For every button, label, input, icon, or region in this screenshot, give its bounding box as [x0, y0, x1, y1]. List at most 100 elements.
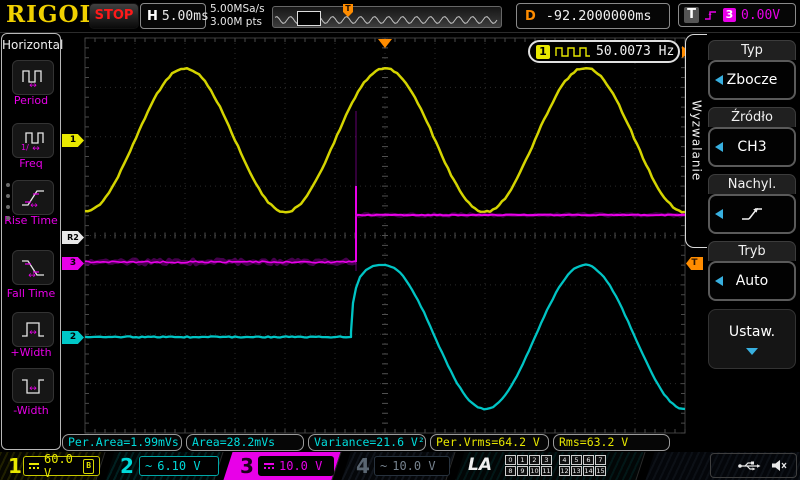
svg-text:↔: ↔	[32, 144, 40, 152]
menu-button-source[interactable]: CH3	[708, 127, 796, 167]
oscilloscope-screen: RIGOL STOP H 5.00ms 5.00MSa/s 3.00M pts …	[0, 0, 800, 480]
la-digit: 10	[529, 466, 540, 476]
period-label: Period	[2, 94, 60, 107]
ch4-scale-value: 10.0 V	[392, 459, 435, 473]
plus-width-icon: ↔	[20, 319, 46, 341]
measurement-rms: Rms=63.2 V	[553, 434, 670, 451]
page-dot	[6, 216, 10, 220]
menu-button-type[interactable]: Zbocze	[708, 60, 796, 100]
chevron-left-icon	[715, 276, 723, 286]
speaker-muted-icon	[771, 459, 787, 472]
period-button[interactable]: ↔	[12, 60, 54, 95]
menu-value-source: CH3	[737, 139, 766, 155]
svg-text:1/: 1/	[21, 143, 29, 152]
chevron-left-icon	[715, 75, 723, 85]
ch1-scale-value: 60.0 V	[44, 452, 78, 480]
waveform-preview-strip[interactable]: T	[272, 6, 502, 28]
ch3-status-box[interactable]: 10.0 V	[258, 456, 334, 476]
acquisition-info: 5.00MSa/s 3.00M pts	[210, 3, 268, 29]
run-state-indicator[interactable]: STOP	[89, 3, 139, 29]
settings-label: Ustaw.	[729, 324, 775, 340]
la-digit: 15	[595, 466, 606, 476]
preview-viewport-window[interactable]	[297, 11, 321, 26]
ch1-status-box[interactable]: 60.0 V B	[23, 456, 100, 476]
fall-time-icon: ↔	[20, 257, 46, 279]
trigger-level-value: 0.00V	[741, 8, 780, 23]
svg-text:↔: ↔	[29, 328, 37, 338]
svg-text:↔: ↔	[30, 201, 38, 209]
la-digit: 1	[517, 455, 528, 465]
trigger-status-box[interactable]: T 3 0.00V	[678, 3, 796, 27]
badge-channel: 1	[536, 45, 550, 59]
slope-rising-icon	[739, 205, 765, 223]
bandwidth-limit-icon: B	[83, 459, 94, 474]
top-status-bar: RIGOL STOP H 5.00ms 5.00MSa/s 3.00M pts …	[0, 0, 800, 33]
menu-value-mode: Auto	[736, 273, 769, 289]
la-digit: 8	[505, 466, 516, 476]
la-label[interactable]: LA	[468, 455, 492, 475]
ch4-number[interactable]: 4	[356, 454, 370, 478]
trigger-position-marker[interactable]	[378, 39, 392, 48]
measurement-area: Area=28.2mVs	[186, 434, 304, 451]
la-digit: 6	[583, 455, 594, 465]
menu-value-type: Zbocze	[727, 72, 778, 88]
freq-button[interactable]: 1/ ↔	[12, 123, 54, 158]
chevron-left-icon	[715, 209, 723, 219]
la-digit: 2	[529, 455, 540, 465]
trigger-settings-button[interactable]: Ustaw.	[708, 309, 796, 369]
ch3-scale-value: 10.0 V	[279, 459, 322, 473]
menu-header-type: Typ	[708, 40, 796, 60]
menu-button-slope[interactable]	[708, 194, 796, 234]
fall-time-button[interactable]: ↔	[12, 250, 54, 285]
ch2-status-box[interactable]: ~ 6.10 V	[139, 456, 219, 476]
neg-width-button[interactable]: ↔	[12, 368, 54, 403]
trigger-source-badge: 3	[723, 8, 736, 22]
memory-depth: 3.00M pts	[210, 16, 268, 29]
la-digit: 13	[571, 466, 582, 476]
trigger-menu-tab: Wyzwalanie	[685, 34, 707, 248]
period-icon: ↔	[20, 67, 46, 89]
measurement-per-area: Per.Area=1.99mVs	[62, 434, 182, 451]
rise-time-button[interactable]: ↔	[12, 180, 54, 215]
usb-icon	[737, 460, 761, 472]
la-digit: 9	[517, 466, 528, 476]
svg-text:↔: ↔	[29, 384, 37, 394]
la-digit: 14	[583, 466, 594, 476]
page-dot	[6, 205, 10, 209]
menu-button-mode[interactable]: Auto	[708, 261, 796, 301]
trigger-menu-tab-label: Wyzwalanie	[690, 100, 704, 181]
rise-time-icon: ↔	[20, 187, 46, 209]
page-dot	[6, 194, 10, 198]
svg-text:↔: ↔	[29, 81, 37, 89]
chevron-down-icon	[746, 348, 758, 355]
ch1-number[interactable]: 1	[8, 454, 22, 478]
la-digit: 11	[541, 466, 552, 476]
la-digit: 4	[559, 455, 570, 465]
ac-coupling-icon: ~	[380, 459, 387, 473]
menu-header-slope: Nachyl.	[708, 174, 796, 194]
ch2-number[interactable]: 2	[120, 454, 134, 478]
trigger-slope-icon	[704, 9, 718, 22]
freq-label: Freq	[2, 157, 60, 170]
dc-coupling-icon	[264, 463, 274, 469]
ac-coupling-icon: ~	[145, 459, 152, 473]
timebase-value: 5.00ms	[162, 9, 209, 24]
dc-coupling-icon	[29, 463, 39, 469]
pos-width-button[interactable]: ↔	[12, 312, 54, 347]
rise-time-label: Rise Time	[2, 214, 60, 227]
sidebar-title: Horizontal	[2, 38, 60, 52]
trigger-frequency-value: 50.0073 Hz	[596, 44, 674, 59]
ch3-number[interactable]: 3	[240, 454, 254, 478]
freq-icon: 1/ ↔	[20, 130, 46, 152]
fall-time-label: Fall Time	[2, 287, 60, 300]
ch4-status-box[interactable]: ~ 10.0 V	[374, 456, 450, 476]
neg-width-label: -Width	[2, 404, 60, 417]
horizontal-measure-sidebar: Horizontal ↔ Period 1/ ↔ Freq ↔ Rise	[1, 33, 61, 450]
measurement-per-vrms: Per.Vrms=64.2 V	[430, 434, 549, 451]
timebase-box[interactable]: H 5.00ms	[140, 3, 206, 29]
la-digit: 5	[571, 455, 582, 465]
delay-value: -92.2000000ms	[546, 8, 652, 24]
delay-label: D	[525, 9, 536, 24]
trigger-label: T	[684, 7, 699, 23]
delay-offset-box[interactable]: D -92.2000000ms	[516, 3, 670, 29]
